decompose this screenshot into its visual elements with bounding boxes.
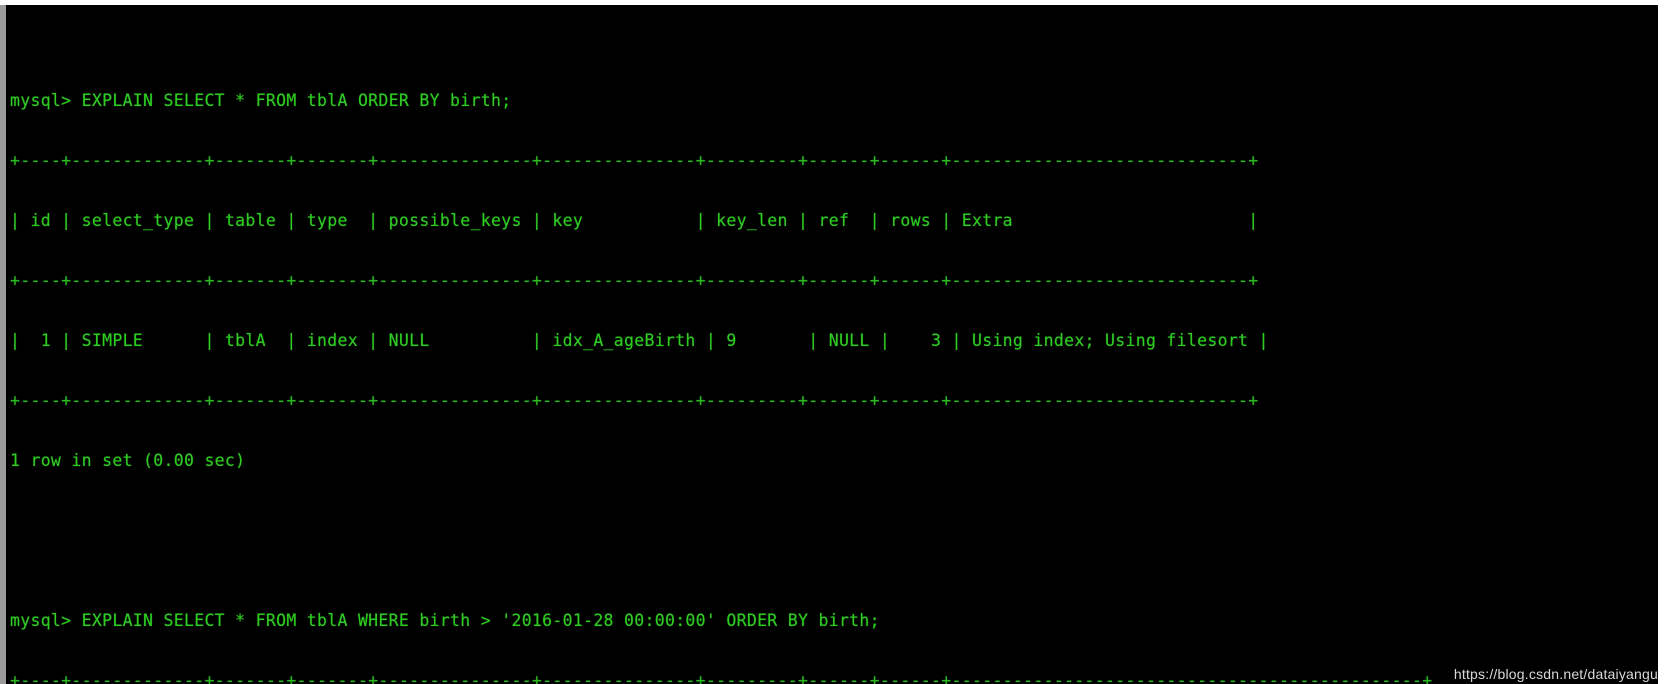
table-header-row: | id | select_type | table | type | poss…: [10, 211, 1259, 230]
mysql-terminal-window[interactable]: mysql> EXPLAIN SELECT * FROM tblA ORDER …: [6, 5, 1658, 684]
right-edge-strip: [1658, 0, 1670, 684]
table-rule-top: +----+-------------+-------+-------+----…: [10, 671, 1433, 684]
watermark: https://blog.csdn.net/dataiyangu: [1453, 666, 1658, 682]
command-line: mysql> EXPLAIN SELECT * FROM tblA ORDER …: [10, 91, 512, 110]
screenshot-root: mysql> EXPLAIN SELECT * FROM tblA ORDER …: [0, 0, 1670, 684]
table-rule-top: +----+-------------+-------+-------+----…: [10, 151, 1259, 170]
terminal-console-output: mysql> EXPLAIN SELECT * FROM tblA ORDER …: [10, 11, 1443, 684]
command-line: mysql> EXPLAIN SELECT * FROM tblA WHERE …: [10, 611, 880, 630]
table-rule-mid: +----+-------------+-------+-------+----…: [10, 271, 1259, 290]
table-row: | 1 | SIMPLE | tblA | index | NULL | idx…: [10, 331, 1269, 350]
status-line: 1 row in set (0.00 sec): [10, 451, 246, 470]
table-rule-bottom: +----+-------------+-------+-------+----…: [10, 391, 1259, 410]
